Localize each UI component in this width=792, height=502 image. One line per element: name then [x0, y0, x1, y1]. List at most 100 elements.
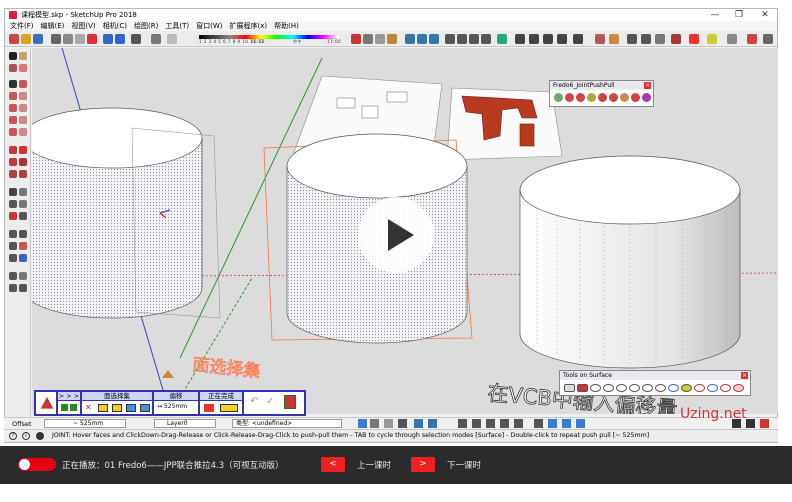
- jpp-mode-icon[interactable]: [61, 404, 68, 411]
- menu-view[interactable]: 视图(V): [71, 21, 95, 31]
- section-tool-icon[interactable]: [19, 284, 27, 292]
- jpp-confirm-check-icon[interactable]: ✓: [266, 397, 276, 407]
- open-file-icon[interactable]: [21, 34, 31, 44]
- settings-gear-icon[interactable]: [689, 34, 699, 44]
- tos-polygon-icon[interactable]: [629, 384, 640, 392]
- scale-tool-icon[interactable]: [9, 170, 17, 178]
- redo-icon[interactable]: [115, 34, 125, 44]
- face-style-icon[interactable]: [398, 419, 407, 428]
- menu-edit[interactable]: 编辑(E): [41, 21, 65, 31]
- close-button[interactable]: ✕: [753, 9, 777, 21]
- tos-rect-icon[interactable]: [590, 384, 601, 392]
- export-small-icon[interactable]: [760, 419, 769, 428]
- previous-lesson-label[interactable]: 上一课时: [357, 459, 391, 471]
- menu-tools[interactable]: 工具(T): [165, 21, 189, 31]
- select-surface-icon[interactable]: [98, 404, 108, 412]
- copy-icon[interactable]: [63, 34, 73, 44]
- menu-file[interactable]: 文件(F): [10, 21, 34, 31]
- view-front-small-icon[interactable]: [486, 419, 495, 428]
- tos-arc-icon[interactable]: [642, 384, 653, 392]
- maximize-button[interactable]: ❐: [727, 9, 751, 21]
- model-info-icon[interactable]: [151, 34, 161, 44]
- print-icon[interactable]: [131, 34, 141, 44]
- jpp-redo-icon[interactable]: [631, 93, 640, 102]
- solid-tools-icon[interactable]: [671, 34, 681, 44]
- jpp-offset-value[interactable]: ↔ 525mm: [157, 403, 187, 410]
- two-point-arc-icon[interactable]: [9, 128, 17, 136]
- menu-window[interactable]: 窗口(W): [196, 21, 222, 31]
- new-file-icon[interactable]: [9, 34, 19, 44]
- tos-offset-icon[interactable]: [655, 384, 666, 392]
- clear-selection-icon[interactable]: ✕: [85, 404, 94, 412]
- plugin-icon[interactable]: [747, 34, 757, 44]
- user-icon[interactable]: [36, 432, 44, 440]
- walk-icon[interactable]: [529, 34, 539, 44]
- jpp-vector-icon[interactable]: [576, 93, 585, 102]
- move-tool-icon[interactable]: [9, 146, 17, 154]
- offset-tool-icon[interactable]: [19, 170, 27, 178]
- view-right-small-icon[interactable]: [500, 419, 509, 428]
- layout-small-icon[interactable]: [746, 419, 755, 428]
- help-icon[interactable]: ?: [9, 432, 17, 440]
- dimension-tool-icon[interactable]: [19, 188, 27, 196]
- undo-icon[interactable]: [103, 34, 113, 44]
- pan-tool-icon[interactable]: [19, 230, 27, 238]
- jpp-exit-icon[interactable]: [284, 395, 296, 409]
- tos-ellipse-icon[interactable]: [616, 384, 627, 392]
- finish-mode-icon[interactable]: [204, 404, 214, 412]
- jpp-undo-arrow-icon[interactable]: ↶: [250, 397, 260, 407]
- view-top-small-icon[interactable]: [472, 419, 481, 428]
- move-small-icon[interactable]: [534, 419, 543, 428]
- autoplay-toggle[interactable]: [18, 458, 56, 471]
- scale-small-icon[interactable]: [548, 419, 557, 428]
- top-view-icon[interactable]: [417, 34, 427, 44]
- jpp-joint-icon[interactable]: [554, 93, 563, 102]
- camera-icon[interactable]: [515, 34, 525, 44]
- view-back-small-icon[interactable]: [514, 419, 523, 428]
- three-point-arc-icon[interactable]: [19, 128, 27, 136]
- erase-icon[interactable]: [87, 34, 97, 44]
- menu-extensions[interactable]: 扩展程序(x): [229, 21, 267, 31]
- line-tool-icon[interactable]: [9, 80, 17, 88]
- sandbox-icon[interactable]: [655, 34, 665, 44]
- geo-location-icon[interactable]: [641, 34, 651, 44]
- rotated-rect-icon[interactable]: [19, 92, 27, 100]
- view-iso-small-icon[interactable]: [458, 419, 467, 428]
- extension-warehouse-icon[interactable]: [609, 34, 619, 44]
- layout-icon[interactable]: [627, 34, 637, 44]
- flip-small-icon[interactable]: [576, 419, 585, 428]
- jpp-follow-icon[interactable]: [609, 93, 618, 102]
- push-pull-tool-icon[interactable]: [19, 146, 27, 154]
- style-textured-icon[interactable]: [387, 34, 397, 44]
- rectangle-tool-icon[interactable]: [9, 92, 17, 100]
- offset-input[interactable]: ~ 525mm: [44, 419, 126, 428]
- zoom-extents-icon[interactable]: [481, 34, 491, 44]
- eraser-tool-icon[interactable]: [19, 52, 27, 60]
- pan-icon[interactable]: [457, 34, 467, 44]
- jpp-normal-icon[interactable]: [587, 93, 596, 102]
- type-select[interactable]: 类型: <undefined>: [232, 419, 342, 428]
- more-tools-icon[interactable]: [763, 34, 773, 44]
- fredo-panel-close-icon[interactable]: ×: [644, 82, 651, 89]
- orbit-icon[interactable]: [445, 34, 455, 44]
- tape-measure-icon[interactable]: [9, 188, 17, 196]
- axes-tool-icon[interactable]: [9, 212, 17, 220]
- jpp-mode-alt-icon[interactable]: [70, 404, 77, 411]
- next-lesson-label[interactable]: 下一课时: [447, 459, 481, 471]
- paste-icon[interactable]: [75, 34, 85, 44]
- previous-view-icon[interactable]: [19, 254, 27, 262]
- edge-style-icon[interactable]: [384, 419, 393, 428]
- jpp-undo-icon[interactable]: [620, 93, 629, 102]
- freehand-tool-icon[interactable]: [19, 80, 27, 88]
- section-plane-icon[interactable]: [497, 34, 507, 44]
- video-play-button[interactable]: [358, 197, 434, 273]
- zoom-tool-icon[interactable]: [9, 242, 17, 250]
- profile-icon[interactable]: [727, 34, 737, 44]
- cut-icon[interactable]: [51, 34, 61, 44]
- menu-camera[interactable]: 相机(C): [103, 21, 127, 31]
- info-icon[interactable]: i: [22, 432, 30, 440]
- 3d-text-tool-icon[interactable]: [19, 212, 27, 220]
- jpp-extrude-icon[interactable]: [598, 93, 607, 102]
- front-view-icon[interactable]: [429, 34, 439, 44]
- polygon-tool-icon[interactable]: [19, 104, 27, 112]
